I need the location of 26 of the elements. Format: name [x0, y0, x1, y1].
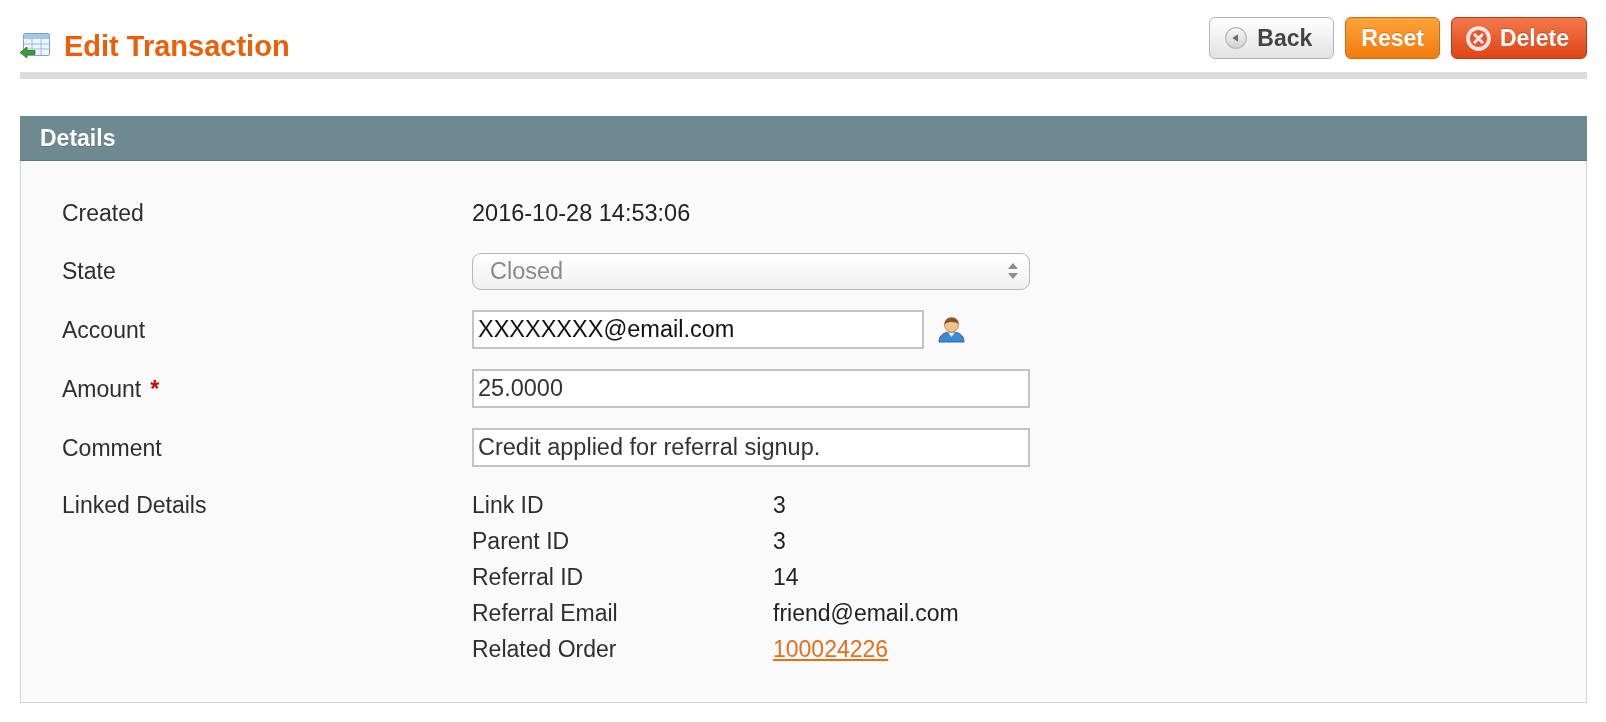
- detail-value: 14: [773, 563, 799, 591]
- back-button[interactable]: Back: [1209, 17, 1335, 59]
- text-field[interactable]: 25.0000: [472, 369, 1030, 408]
- field-label: Amount: [62, 374, 142, 404]
- detail-value: friend@email.com: [773, 599, 959, 627]
- detail-label: Referral Email: [472, 599, 618, 627]
- detail-value: 3: [773, 491, 786, 519]
- close-circle-icon: [1465, 25, 1491, 51]
- field-label: Linked Details: [62, 491, 207, 520]
- person-icon[interactable]: [935, 316, 968, 343]
- detail-value: 3: [773, 527, 786, 555]
- detail-label: Link ID: [472, 491, 544, 519]
- required-mark: *: [150, 374, 160, 404]
- text-field[interactable]: XXXXXXXX@email.com: [472, 310, 924, 349]
- field-label: Created: [62, 199, 144, 228]
- page-title: Edit Transaction: [64, 29, 290, 63]
- field-value: 2016-10-28 14:53:06: [472, 200, 691, 226]
- detail-label: Parent ID: [472, 527, 570, 555]
- section-title: Details: [40, 124, 116, 152]
- up-down-arrows-icon: [1008, 263, 1018, 279]
- field-label: Account: [62, 315, 146, 345]
- text-field[interactable]: Credit applied for referral signup.: [472, 428, 1030, 467]
- detail-label: Referral ID: [472, 563, 584, 591]
- field-label: State: [62, 257, 116, 286]
- detail-label: Related Order: [472, 635, 617, 663]
- field-label: Comment: [62, 433, 162, 463]
